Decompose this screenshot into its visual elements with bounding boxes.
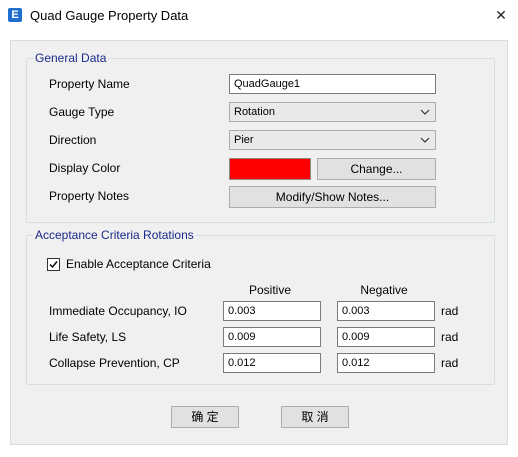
cp-label: Collapse Prevention, CP	[49, 356, 180, 370]
cp-negative-field[interactable]: 0.012	[337, 353, 435, 373]
gauge-type-select[interactable]: Rotation	[229, 102, 436, 122]
dialog-body: General Data Property Name QuadGauge1 Ga…	[10, 40, 508, 445]
negative-column-header: Negative	[360, 283, 408, 297]
ls-positive-field[interactable]: 0.009	[223, 327, 321, 347]
gauge-type-value: Rotation	[234, 106, 275, 118]
ok-button[interactable]: 确 定	[171, 406, 239, 428]
direction-select[interactable]: Pier	[229, 130, 436, 150]
direction-value: Pier	[234, 134, 254, 146]
io-unit: rad	[441, 304, 459, 318]
property-name-label: Property Name	[49, 77, 130, 91]
display-color-swatch[interactable]	[229, 158, 311, 180]
ls-label: Life Safety, LS	[49, 330, 127, 344]
ls-unit: rad	[441, 330, 459, 344]
display-color-label: Display Color	[49, 161, 121, 175]
change-color-button[interactable]: Change...	[317, 158, 436, 180]
ls-negative-field[interactable]: 0.009	[337, 327, 435, 347]
window-title: Quad Gauge Property Data	[30, 8, 189, 23]
positive-column-header: Positive	[248, 283, 292, 297]
chevron-down-icon	[420, 137, 430, 143]
direction-label: Direction	[49, 133, 97, 147]
io-negative-field[interactable]: 0.003	[337, 301, 435, 321]
checkmark-icon	[49, 261, 58, 269]
general-data-legend: General Data	[33, 51, 109, 65]
enable-acceptance-checkbox[interactable]	[47, 258, 60, 271]
cancel-button[interactable]: 取 消	[281, 406, 349, 428]
app-icon: E	[8, 8, 22, 22]
property-notes-label: Property Notes	[49, 189, 130, 203]
property-name-field[interactable]: QuadGauge1	[229, 74, 436, 94]
cp-positive-field[interactable]: 0.012	[223, 353, 321, 373]
acceptance-criteria-legend: Acceptance Criteria Rotations	[33, 228, 196, 242]
modify-notes-button[interactable]: Modify/Show Notes...	[229, 186, 436, 208]
close-button[interactable]: ✕	[488, 2, 514, 28]
gauge-type-label: Gauge Type	[49, 105, 115, 119]
cp-unit: rad	[441, 356, 459, 370]
close-icon: ✕	[495, 7, 507, 23]
io-label: Immediate Occupancy, IO	[49, 304, 187, 318]
title-bar: E Quad Gauge Property Data ✕	[0, 0, 518, 30]
general-data-group: General Data Property Name QuadGauge1 Ga…	[26, 51, 495, 223]
io-positive-field[interactable]: 0.003	[223, 301, 321, 321]
enable-acceptance-label: Enable Acceptance Criteria	[66, 257, 211, 271]
acceptance-criteria-group: Acceptance Criteria Rotations Enable Acc…	[26, 228, 495, 385]
chevron-down-icon	[420, 109, 430, 115]
